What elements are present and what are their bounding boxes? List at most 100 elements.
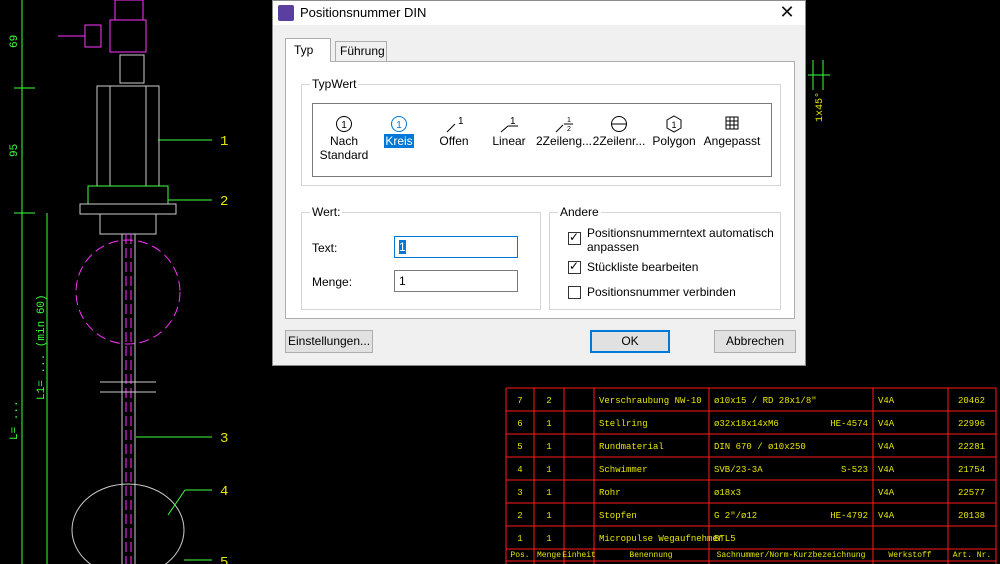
stueckliste-checkbox[interactable]	[568, 259, 581, 274]
app-icon	[278, 5, 294, 21]
bom-cell-menge: 2	[546, 396, 551, 406]
typwert-item-2zeileng[interactable]: 12 2Zeileng...	[535, 104, 593, 176]
verbinden-label[interactable]: Positionsnummer verbinden	[587, 285, 736, 299]
bom-cell-pos: 1	[517, 534, 522, 544]
bom-cell-menge: 1	[546, 534, 551, 544]
bom-cell-art: 22577	[958, 488, 985, 498]
bom-cell-werkstoff: V4A	[878, 488, 895, 498]
bom-cell-werkstoff: V4A	[878, 511, 895, 521]
typwert-item-label: 2Zeileng...	[535, 134, 593, 148]
bom-cell-pos: 6	[517, 419, 522, 429]
balloon-3: 3	[220, 431, 228, 447]
typwert-item-nach-standard[interactable]: 1 Nach Standard	[315, 104, 373, 176]
float-dashed	[75, 239, 181, 345]
wert-label: Wert:	[310, 205, 343, 219]
typwert-group: TypWert 1 Nach Standard 1 Kreis 1 Offen …	[301, 77, 781, 186]
bom-cell-pos: 4	[517, 465, 522, 475]
bom-header-sach: Sachnummer/Norm-Kurzbezeichnung	[717, 551, 866, 560]
andere-label: Andere	[558, 205, 601, 219]
bom-cell-menge: 1	[546, 511, 551, 521]
typwert-item-kreis[interactable]: 1 Kreis	[370, 104, 428, 176]
bom-header-menge: Menge	[537, 551, 561, 560]
bom-cell-benennung: Schwimmer	[599, 465, 648, 475]
close-icon[interactable]: ✕	[777, 2, 797, 23]
bom-cell-pos: 5	[517, 442, 522, 452]
tab-typ[interactable]: Typ	[285, 38, 331, 62]
bom-cell-werkstoff: V4A	[878, 419, 895, 429]
bom-cell-sach: ø18x3	[714, 488, 741, 498]
typwert-label: TypWert	[310, 77, 359, 91]
two-line-fraction-icon: 12	[555, 117, 573, 133]
bom-cell-norm: HE-4574	[830, 419, 868, 429]
nut	[87, 185, 169, 205]
sensor-head	[114, 0, 144, 21]
text-input[interactable]: 1	[394, 236, 518, 258]
bom-cell-norm: S-523	[841, 465, 868, 475]
typwert-item-label: Nach Standard	[319, 134, 369, 162]
abbrechen-button[interactable]: Abbrechen	[714, 330, 796, 353]
bom-header-werkstoff: Werkstoff	[888, 551, 931, 560]
circle-one-icon: 1	[336, 116, 352, 132]
bom-cell-sach: ø10x15 / RD 28x1/8"	[714, 396, 817, 406]
bom-cell-norm: HE-4792	[830, 511, 868, 521]
typwert-item-label-selected: Kreis	[384, 134, 414, 148]
leader-4	[167, 489, 186, 516]
bom-cell-pos: 3	[517, 488, 522, 498]
polygon-icon: 1	[666, 115, 682, 133]
grid-icon	[725, 116, 739, 130]
bom-cell-sach: SVB/23-3A	[714, 465, 763, 475]
bom-cell-benennung: Rohr	[599, 488, 621, 498]
typwert-item-polygon[interactable]: 1 Polygon	[645, 104, 703, 176]
chamfer-label: 1x45°	[814, 92, 826, 122]
typwert-list[interactable]: 1 Nach Standard 1 Kreis 1 Offen 1 Linear…	[312, 103, 772, 177]
bom-cell-sach: G 2"/ø12	[714, 511, 757, 521]
typwert-item-linear[interactable]: 1 Linear	[480, 104, 538, 176]
svg-text:2: 2	[567, 126, 571, 133]
bom-header-benennung: Benennung	[629, 551, 672, 560]
svg-text:1: 1	[567, 117, 571, 124]
bom-cell-benennung: Verschraubung NW-10	[599, 396, 702, 406]
svg-text:1: 1	[510, 116, 516, 127]
bom-header-einheit: Einheit	[562, 551, 596, 560]
auto-adjust-label[interactable]: Positionsnummerntext automatisch anpasse…	[587, 226, 777, 254]
bom-header-art: Art. Nr.	[953, 551, 991, 560]
bom-cell-werkstoff: V4A	[878, 396, 895, 406]
typwert-item-label: Angepasst	[703, 134, 761, 148]
leader-linear-icon: 1	[500, 116, 518, 133]
svg-text:1: 1	[396, 120, 402, 131]
text-label: Text:	[312, 241, 338, 255]
bom-cell-benennung: Micropulse Wegaufnehmer	[599, 534, 723, 544]
ok-button[interactable]: OK	[590, 330, 670, 353]
typwert-item-2zeilenr[interactable]: 2Zeilenr...	[590, 104, 648, 176]
bom-cell-art: 20462	[958, 396, 985, 406]
menge-label: Menge:	[312, 275, 353, 289]
bom-cell-menge: 1	[546, 488, 551, 498]
bom-cell-art: 22996	[958, 419, 985, 429]
bom-cell-menge: 1	[546, 465, 551, 475]
bom-cell-menge: 1	[546, 419, 551, 429]
balloon-5: 5	[220, 555, 228, 564]
auto-adjust-checkbox[interactable]	[568, 230, 581, 245]
title-bar[interactable]: Positionsnummer DIN ✕	[273, 1, 805, 25]
plug	[99, 213, 157, 235]
bom-cell-art: 22281	[958, 442, 985, 452]
flange	[79, 203, 177, 215]
typwert-item-label: Linear	[492, 134, 526, 148]
tab-panel-typ: TypWert 1 Nach Standard 1 Kreis 1 Offen …	[285, 61, 795, 319]
bom-cell-benennung: Stellring	[599, 419, 648, 429]
positionsnummer-dialog: Positionsnummer DIN ✕ Typ Führung TypWer…	[272, 0, 806, 366]
verbinden-checkbox[interactable]	[568, 286, 581, 299]
bom-cell-menge: 1	[546, 442, 551, 452]
einstellungen-button[interactable]: Einstellungen...	[285, 330, 373, 353]
menge-input[interactable]: 1	[394, 270, 518, 292]
typwert-item-label: 2Zeilenr...	[592, 134, 646, 148]
typwert-item-angepasst[interactable]: Angepasst	[703, 104, 761, 176]
circle-one-icon: 1	[391, 116, 407, 132]
tab-fuhrung[interactable]: Führung	[335, 41, 387, 61]
bom-cell-benennung: Rundmaterial	[599, 442, 664, 452]
dim-label-l1: L1= ... (min 60)	[36, 294, 48, 400]
typwert-item-offen[interactable]: 1 Offen	[425, 104, 483, 176]
bom-cell-benennung: Stopfen	[599, 511, 637, 521]
bom-cell-sach: BTL5	[714, 534, 736, 544]
stueckliste-label[interactable]: Stückliste bearbeiten	[587, 260, 698, 274]
